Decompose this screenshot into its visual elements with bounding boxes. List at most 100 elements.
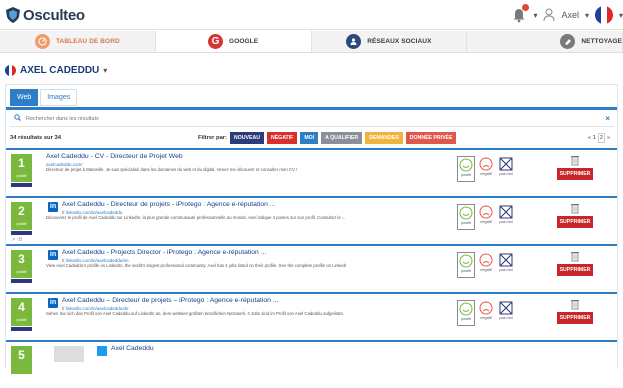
result-description: Directeur de projet à Marseille. Je suis… xyxy=(46,167,298,172)
filter-to-qualify-button[interactable]: A QUALIFIER xyxy=(321,132,363,144)
logo-text: Osculteo xyxy=(23,6,85,24)
current-page[interactable]: 2 xyxy=(597,133,605,143)
frown-icon xyxy=(479,157,493,171)
vote-controls: positif négatif pas moi xyxy=(457,300,515,326)
vote-controls: positif négatif pas moi xyxy=(457,252,515,278)
tab-label: RÉSEAUX SOCIAUX xyxy=(367,38,432,45)
trash-icon xyxy=(571,204,579,214)
vote-negative-button[interactable]: négatif xyxy=(477,156,495,182)
vote-positive-button[interactable]: positif xyxy=(457,204,475,230)
rank-badge: 1 positif xyxy=(11,154,32,182)
result-description: Découvrez le profil de Axel Cadeddu sur … xyxy=(46,215,346,220)
eraser-icon xyxy=(560,34,576,49)
user-avatar-icon[interactable] xyxy=(543,8,555,22)
result-row: 4 positif in Axel Cadeddu – Directeur de … xyxy=(6,292,617,340)
filter-me-button[interactable]: MOI xyxy=(300,132,319,144)
cross-box-icon xyxy=(499,157,513,171)
vote-positive-button[interactable]: positif xyxy=(457,300,475,326)
app-logo[interactable]: Osculteo xyxy=(6,6,85,24)
vote-not-me-button[interactable]: pas moi xyxy=(497,156,515,182)
dashboard-icon xyxy=(34,34,50,49)
delete-button[interactable]: SUPPRIMER xyxy=(557,168,593,180)
user-name[interactable]: Axel xyxy=(561,10,579,20)
smile-icon xyxy=(459,158,473,172)
vote-positive-button[interactable]: positif xyxy=(457,156,475,182)
close-icon[interactable]: × xyxy=(605,114,610,123)
shield-logo-icon xyxy=(6,7,20,23)
tab-label: NETTOYAGE xyxy=(581,38,622,45)
filter-private-data-button[interactable]: DONNÉE PRIVÉE xyxy=(405,132,457,144)
prev-page-button[interactable]: « xyxy=(588,135,591,141)
vote-not-me-button[interactable]: pas moi xyxy=(497,204,515,230)
result-title-link[interactable]: Axel Cadeddu - Projects Director - iProt… xyxy=(62,249,266,256)
person-selector[interactable]: AXEL CADEDDU ▾ xyxy=(5,62,107,78)
result-type-tabs: Web Images xyxy=(10,89,78,106)
tab-cleanup[interactable]: NETTOYAGE xyxy=(467,31,623,52)
delete-button[interactable]: SUPPRIMER xyxy=(557,312,593,324)
tab-google[interactable]: G GOOGLE xyxy=(155,31,312,52)
vote-negative-button[interactable]: négatif xyxy=(477,252,495,278)
tab-web[interactable]: Web xyxy=(10,89,39,106)
search-input[interactable] xyxy=(26,115,586,122)
result-title-link[interactable]: Axel Cadeddu - CV - Directeur de Projet … xyxy=(46,153,183,160)
result-title-link[interactable]: Axel Cadeddu xyxy=(111,345,154,352)
result-description: View Axel Cadeddu's profile on LinkedIn,… xyxy=(46,263,346,268)
social-network-icon xyxy=(346,34,362,49)
tab-dashboard[interactable]: TABLEAU DE BORD xyxy=(0,31,156,52)
result-row: 5 Axel Cadeddu xyxy=(6,340,617,388)
vote-controls: positif négatif pas moi xyxy=(457,204,515,230)
trash-icon xyxy=(571,252,579,262)
tab-images[interactable]: Images xyxy=(40,89,78,106)
filter-requests-button[interactable]: DEMANDES xyxy=(365,132,403,144)
vote-not-me-button[interactable]: pas moi xyxy=(497,252,515,278)
vote-not-me-button[interactable]: pas moi xyxy=(497,300,515,326)
divider xyxy=(6,107,617,110)
vote-negative-button[interactable]: négatif xyxy=(477,204,495,230)
result-row: 3 positif in Axel Cadeddu - Projects Dire… xyxy=(6,244,617,292)
result-title-link[interactable]: Axel Cadeddu – Directeur de projets – iP… xyxy=(62,297,279,304)
results-list: 1 positif Axel Cadeddu - CV - Directeur d… xyxy=(6,148,617,388)
chevron-down-icon[interactable]: ▾ xyxy=(619,11,623,20)
smile-icon xyxy=(459,302,473,316)
twitter-icon xyxy=(97,346,107,356)
page-number[interactable]: 1 xyxy=(593,135,596,141)
result-row: 1 positif Axel Cadeddu - CV - Directeur d… xyxy=(6,148,617,196)
next-page-button[interactable]: » xyxy=(607,135,610,141)
vote-controls: positif négatif pas moi xyxy=(457,156,515,182)
main-nav-tabs: TABLEAU DE BORD G GOOGLE RÉSEAUX SOCIAUX… xyxy=(0,31,623,53)
rank-badge: 5 xyxy=(11,346,32,374)
rank-status-bar xyxy=(11,279,32,283)
smile-icon xyxy=(459,206,473,220)
notification-bell-icon[interactable] xyxy=(511,4,530,23)
rank-badge: 4 positif xyxy=(11,298,32,326)
delete-button[interactable]: SUPPRIMER xyxy=(557,264,593,276)
chevron-down-icon[interactable]: ▾ xyxy=(103,66,107,75)
trash-icon xyxy=(571,300,579,310)
filter-negative-button[interactable]: NÉGATIF xyxy=(266,132,298,144)
delete-control: SUPPRIMER xyxy=(557,250,593,276)
top-bar: Osculteo ▾ Axel ▾ ▾ xyxy=(0,0,623,30)
cross-box-icon xyxy=(499,253,513,267)
filter-new-button[interactable]: NOUVEAU xyxy=(230,132,264,144)
vote-positive-button[interactable]: positif xyxy=(457,252,475,278)
results-search: × xyxy=(10,111,614,127)
result-title-link[interactable]: Axel Cadeddu - Directeur de projets - iP… xyxy=(62,201,275,208)
delete-control: SUPPRIMER xyxy=(557,154,593,180)
person-name: AXEL CADEDDU xyxy=(20,64,100,76)
filter-bar: 34 résultats sur 34 Filtrer par: NOUVEAU… xyxy=(10,131,614,145)
linkedin-icon: in xyxy=(48,202,58,212)
linkedin-icon: in xyxy=(48,298,58,308)
france-flag-icon[interactable] xyxy=(594,6,613,24)
vote-negative-button[interactable]: négatif xyxy=(477,300,495,326)
result-row: 2 positif ↗ ↑8 in Axel Cadeddu - Directeu… xyxy=(6,196,617,244)
frown-icon xyxy=(479,205,493,219)
rank-status-bar xyxy=(11,183,32,187)
trash-icon xyxy=(571,156,579,166)
tab-social-networks[interactable]: RÉSEAUX SOCIAUX xyxy=(312,31,468,52)
chevron-down-icon[interactable]: ▾ xyxy=(533,11,537,20)
filter-label: Filtrer par: xyxy=(198,135,227,141)
delete-button[interactable]: SUPPRIMER xyxy=(557,216,593,228)
chevron-down-icon[interactable]: ▾ xyxy=(585,11,589,20)
notification-badge xyxy=(522,4,530,11)
delete-control: SUPPRIMER xyxy=(557,202,593,228)
